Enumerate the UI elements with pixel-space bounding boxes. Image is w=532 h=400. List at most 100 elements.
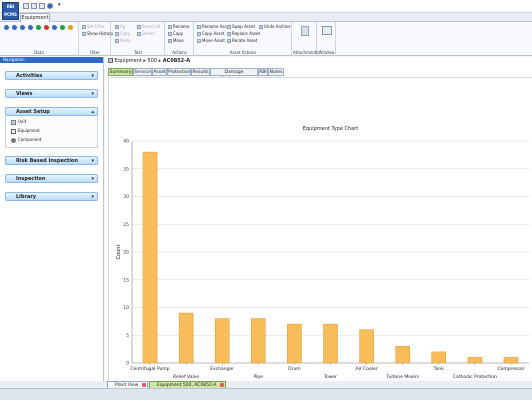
nav-section-library[interactable]: Library ▾ xyxy=(5,192,98,201)
close-icon[interactable] xyxy=(142,383,146,387)
close-icon[interactable] xyxy=(220,383,224,387)
tab-damage-mechanisms[interactable]: Damage Mechanisms xyxy=(210,68,258,82)
y-tick-label: 20 xyxy=(123,250,129,256)
chevron-down-icon: ▾ xyxy=(91,73,94,79)
select-all-button[interactable]: Select all xyxy=(137,24,160,30)
nav-section-asset-setup[interactable]: Asset Setup ▴ xyxy=(5,107,98,116)
nav-section-risk-based-inspection[interactable]: Risk Based Inspection ▾ xyxy=(5,156,98,165)
ribbon-group-asset-actions: Rename Asset Copy Asset Move Asset Swap … xyxy=(195,22,292,56)
confirm-record-icon[interactable] xyxy=(60,25,65,30)
rename-asset-button[interactable]: Rename Asset xyxy=(197,24,231,30)
undo-archive-button[interactable]: Undo Archive xyxy=(259,24,291,30)
previous-record-icon[interactable] xyxy=(12,25,17,30)
bar xyxy=(323,323,338,364)
tab-service[interactable]: Service xyxy=(133,68,152,76)
copy-icon xyxy=(168,32,172,36)
tab-rbi[interactable]: RBI xyxy=(258,68,268,76)
paste-text-button[interactable]: Paste xyxy=(115,38,131,44)
breadcrumb: Equipment ▸ 500 ▸ AC0852-A xyxy=(108,57,190,66)
status-bar xyxy=(0,388,532,400)
component-icon xyxy=(11,137,16,143)
tab-asset[interactable]: Asset xyxy=(152,68,167,76)
copy-asset-button[interactable]: Copy Asset xyxy=(197,31,224,37)
replace-asset-button[interactable]: Replace Asset xyxy=(227,31,260,37)
rename-button[interactable]: Rename xyxy=(168,24,189,30)
chevron-down-icon: ▾ xyxy=(91,158,94,164)
refresh-icon[interactable] xyxy=(47,3,53,9)
y-tick-label: 15 xyxy=(123,277,129,283)
nav-section-inspection[interactable]: Inspection ▾ xyxy=(5,174,98,183)
x-tick-label: Tank xyxy=(433,366,445,372)
document-tab-strip xyxy=(0,381,532,388)
x-tick-label: Air Cooler xyxy=(356,366,378,372)
text-align-button[interactable]: Ag xyxy=(115,24,125,30)
set-filter-button[interactable]: Set Filter xyxy=(82,24,105,30)
chevron-up-icon: ▴ xyxy=(91,109,94,115)
print-icon[interactable] xyxy=(31,3,37,9)
asset-setup-item-equipment[interactable]: Equipment xyxy=(11,128,40,134)
next-record-icon[interactable] xyxy=(20,25,25,30)
tab-results[interactable]: Results xyxy=(191,68,210,76)
asset-setup-item-component[interactable]: Component xyxy=(11,137,41,143)
chart-title: Equipment Type Chart xyxy=(303,126,359,132)
save-icon[interactable] xyxy=(23,3,29,9)
group-label-attachments: Attachments xyxy=(293,50,319,55)
copy-button[interactable]: Copy xyxy=(168,31,183,37)
copy-icon xyxy=(115,32,119,36)
swap-asset-button[interactable]: Swap Asset xyxy=(227,24,255,30)
delete-icon xyxy=(137,32,141,36)
breadcrumb-root[interactable]: Equipment xyxy=(115,58,142,64)
app-logo: RBI PCMS xyxy=(2,2,19,20)
move-button[interactable]: Move xyxy=(168,38,184,44)
top-bar: RBI PCMS ▾ xyxy=(0,0,532,20)
rerate-asset-button[interactable]: Rerate Asset xyxy=(227,38,257,44)
copy-text-button[interactable]: Copy xyxy=(115,31,130,37)
last-record-icon[interactable] xyxy=(28,25,33,30)
attachment-icon[interactable] xyxy=(301,26,309,36)
paste-icon xyxy=(115,39,119,43)
save-record-icon[interactable] xyxy=(52,25,57,30)
equipment-icon xyxy=(108,58,113,63)
ribbon-group-window: Window xyxy=(318,22,336,56)
chevron-down-icon: ▾ xyxy=(91,176,94,182)
y-axis-label: Count xyxy=(116,245,122,260)
nav-section-views[interactable]: Views ▾ xyxy=(5,89,98,98)
group-label-asset-actions: Asset Actions xyxy=(229,50,257,55)
tab-protection[interactable]: Protection xyxy=(167,68,191,76)
x-tick-label: Centrifugal Pump xyxy=(130,366,169,372)
ribbon-group-actions: Rename Copy Move Actions xyxy=(166,22,194,56)
move-asset-button[interactable]: Move Asset xyxy=(197,38,225,44)
tab-notes[interactable]: Notes xyxy=(268,68,284,76)
y-tick-label: 35 xyxy=(123,166,129,172)
show-history-button[interactable]: Show History xyxy=(82,31,113,37)
add-record-icon[interactable] xyxy=(36,25,41,30)
ribbon-group-attachments: Attachments xyxy=(293,22,319,56)
x-tick-label: Drum xyxy=(288,366,301,372)
window-icon[interactable] xyxy=(322,26,332,35)
breadcrumb-unit[interactable]: 500 xyxy=(147,58,157,64)
y-tick-label: 0 xyxy=(126,361,129,367)
bar xyxy=(287,323,302,364)
tab-equipment[interactable]: Equipment xyxy=(20,13,50,22)
x-tick-label: Turbine Mixers xyxy=(385,374,419,380)
y-tick-label: 25 xyxy=(123,222,129,228)
x-tick-label: Cathodic Protection xyxy=(453,374,497,380)
filter-icon xyxy=(82,25,86,29)
main-content: Equipment ▸ 500 ▸ AC0852-A Summary Servi… xyxy=(105,57,532,388)
x-tick-label: Exchanger xyxy=(210,366,234,372)
cancel-record-icon[interactable] xyxy=(68,25,73,30)
nav-section-activities[interactable]: Activities ▾ xyxy=(5,71,98,80)
move-icon xyxy=(168,39,172,43)
group-label-text: Text xyxy=(133,50,143,55)
x-tick-label: Compressor xyxy=(497,366,524,372)
asset-setup-item-unit[interactable]: Unit xyxy=(11,119,26,125)
rename-asset-icon xyxy=(197,25,201,29)
quick-access-dropdown-icon[interactable]: ▾ xyxy=(58,2,61,8)
first-record-icon[interactable] xyxy=(4,25,9,30)
delete-record-icon[interactable] xyxy=(44,25,49,30)
document-icon[interactable] xyxy=(39,3,45,9)
swap-asset-icon xyxy=(227,25,231,29)
delete-text-button[interactable]: Delete xyxy=(137,31,155,37)
bar xyxy=(251,318,266,364)
tab-summary[interactable]: Summary xyxy=(108,68,133,76)
